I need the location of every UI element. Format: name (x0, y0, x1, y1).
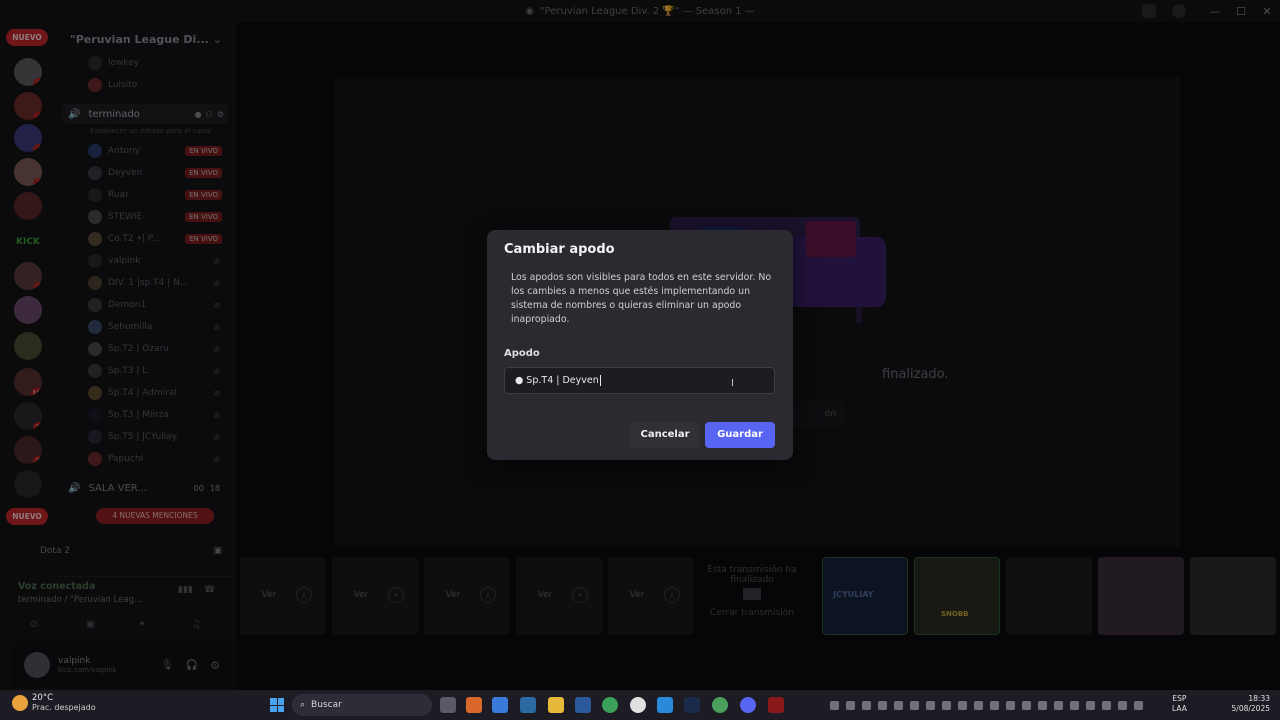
windows-taskbar: 20°C Prac. despejado ⌕ Buscar ESP LAA 18… (0, 690, 1280, 720)
tray-icon[interactable] (830, 700, 839, 710)
language-indicator[interactable]: ESP LAA (1172, 694, 1187, 714)
app-icon[interactable] (466, 697, 482, 713)
app-icon[interactable] (768, 697, 784, 713)
tray-icon[interactable] (1038, 700, 1047, 710)
app-icon[interactable] (630, 697, 646, 713)
nickname-label: Apodo (504, 348, 540, 359)
weather-text: Prac. despejado (32, 703, 96, 712)
clock-time: 18:33 (1248, 694, 1270, 703)
taskbar-search[interactable]: ⌕ Buscar (292, 694, 432, 716)
file-explorer-icon[interactable] (548, 697, 564, 713)
tray-icon[interactable] (990, 700, 999, 710)
tray-icon[interactable] (1102, 700, 1111, 710)
cancel-button[interactable]: Cancelar (630, 422, 700, 448)
chrome-icon[interactable] (602, 697, 618, 713)
weather-widget[interactable]: 20°C Prac. despejado (12, 693, 96, 712)
keyboard-layout: LAA (1172, 704, 1187, 713)
weather-icon (12, 694, 28, 711)
text-caret (599, 375, 601, 386)
system-tray (830, 699, 1160, 711)
tray-icon[interactable] (926, 700, 935, 710)
temperature: 20°C (32, 693, 54, 703)
tray-icon[interactable] (846, 700, 855, 710)
discord-icon[interactable] (740, 697, 756, 713)
app-icon[interactable] (575, 697, 591, 713)
task-view-icon[interactable] (440, 697, 456, 713)
language-code: ESP (1172, 694, 1187, 703)
nickname-value: ● Sp.T4 | Deyven (515, 375, 599, 386)
dialog-description: Los apodos son visibles para todos en es… (511, 272, 772, 325)
tray-icon[interactable] (862, 700, 871, 710)
ibeam-cursor-icon: I (731, 378, 734, 389)
chrome-icon[interactable] (712, 697, 728, 713)
app-icon[interactable] (657, 697, 673, 713)
search-placeholder: Buscar (311, 700, 342, 710)
tray-icon[interactable] (1070, 700, 1079, 710)
tray-icon[interactable] (878, 700, 887, 710)
steam-icon[interactable] (684, 697, 700, 713)
clock-date: 5/08/2025 (1231, 704, 1270, 713)
tray-icon[interactable] (1118, 700, 1127, 710)
tray-icon[interactable] (1006, 700, 1015, 710)
discord-window: ◉ "Peruvian League Div. 2 🏆" — Season 1 … (0, 0, 1280, 690)
tray-icon[interactable] (1054, 700, 1063, 710)
tray-icon[interactable] (974, 700, 983, 710)
tray-icon[interactable] (1134, 700, 1143, 710)
tray-icon[interactable] (894, 700, 903, 710)
search-icon: ⌕ (300, 700, 306, 710)
tray-icon[interactable] (958, 700, 967, 710)
nickname-input[interactable]: ● Sp.T4 | Deyven (504, 367, 775, 394)
tray-icon[interactable] (1022, 700, 1031, 710)
save-button[interactable]: Guardar (705, 422, 775, 448)
tray-icon[interactable] (910, 700, 919, 710)
dialog-title: Cambiar apodo (504, 242, 615, 257)
app-icon[interactable] (520, 697, 536, 713)
change-nickname-dialog: Cambiar apodo Los apodos son visibles pa… (487, 230, 793, 460)
clock[interactable]: 18:33 5/08/2025 (1228, 694, 1270, 714)
tray-icon[interactable] (1086, 700, 1095, 710)
tray-icon[interactable] (942, 700, 951, 710)
copilot-icon[interactable] (492, 697, 508, 713)
windows-start-icon[interactable] (270, 698, 284, 712)
